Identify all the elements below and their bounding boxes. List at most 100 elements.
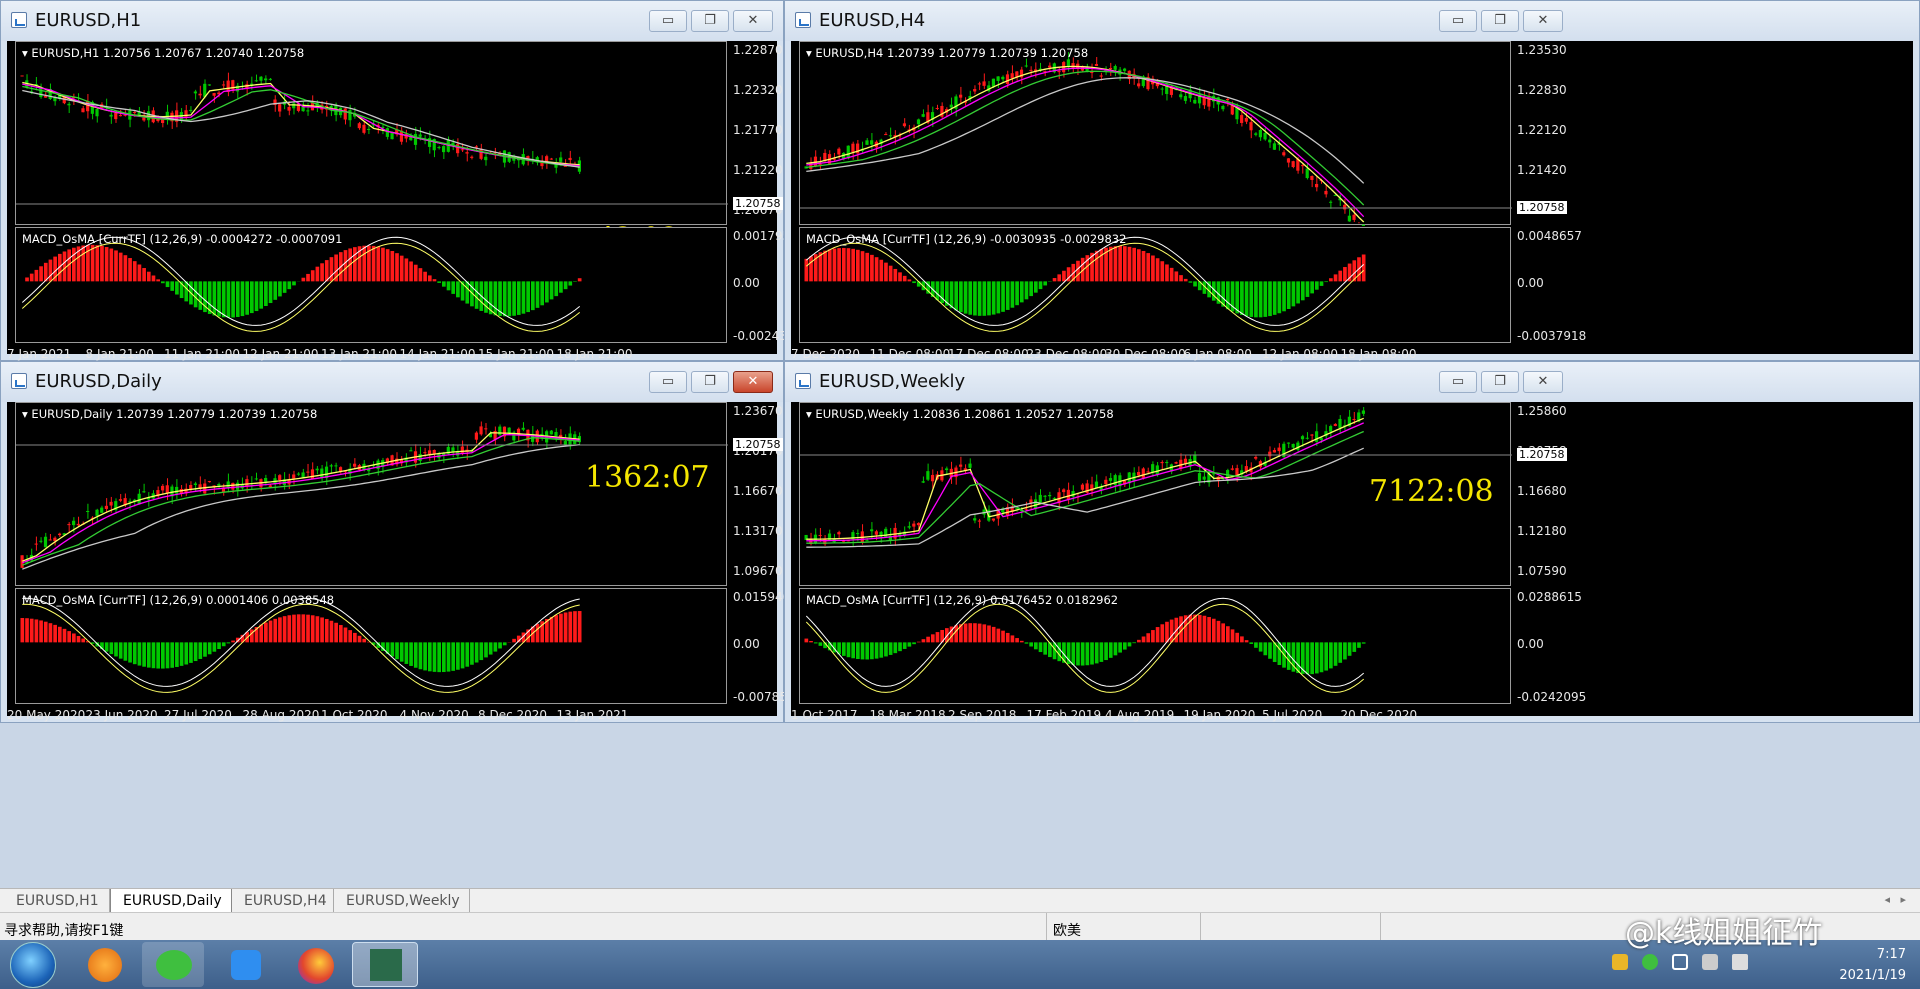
chart-window-h1[interactable]: EURUSD,H1 ▭ ❐ ✕ ▾ EURUSD,H1 1.20756 1.20… <box>0 0 802 361</box>
close-button[interactable]: ✕ <box>1523 371 1563 393</box>
candle-body <box>1094 64 1099 66</box>
chart-window-h4[interactable]: EURUSD,H4 ▭ ❐ ✕ ▾ EURUSD,H4 1.20739 1.20… <box>784 0 1920 361</box>
macd-pane[interactable]: MACD_OsMA [CurrTF] (12,26,9) -0.0030935 … <box>799 227 1511 343</box>
macd-pane[interactable]: MACD_OsMA [CurrTF] (12,26,9) -0.0004272 … <box>15 227 727 343</box>
candle-body <box>1347 215 1351 222</box>
candle-body <box>254 80 258 82</box>
price-axis-label: 1.21770 <box>733 123 783 137</box>
candle-body <box>43 536 48 548</box>
time-axis-label: 23 Dec 08:00 <box>1026 347 1108 361</box>
candle-body <box>1183 458 1188 464</box>
chart-window-weekly[interactable]: EURUSD,Weekly ▭ ❐ ✕ ▾ EURUSD,Weekly 1.20… <box>784 361 1920 723</box>
tray-volume-icon[interactable] <box>1732 954 1748 970</box>
price-axis-label: 1.25860 <box>1517 404 1567 418</box>
time-axis-label: 7 Dec 2020 <box>791 347 861 361</box>
taskbar-metatrader-icon[interactable] <box>352 942 418 987</box>
tab-eurusd-h4[interactable]: EURUSD,H4 <box>232 889 334 913</box>
tab-eurusd-h1[interactable]: EURUSD,H1 <box>4 889 110 913</box>
minimize-button[interactable]: ▭ <box>1439 371 1477 393</box>
tab-scroll-right-icon[interactable]: ▸ <box>1900 893 1906 906</box>
status-profile: 欧美 <box>1053 923 1081 939</box>
price-pane[interactable]: ▾ EURUSD,H1 1.20756 1.20767 1.20740 1.20… <box>15 41 728 226</box>
time-axis-label: 4 Aug 2019 <box>1105 708 1175 722</box>
candle-body <box>1052 497 1056 499</box>
candle-countdown-timer: 7122:08 <box>1369 474 1494 509</box>
tray-icons[interactable] <box>1612 954 1812 974</box>
start-button[interactable] <box>10 942 56 988</box>
candle-body <box>67 103 71 106</box>
candle-body <box>846 145 850 159</box>
taskbar-app-orange-icon[interactable] <box>74 942 136 987</box>
chart-area[interactable]: ▾ EURUSD,H4 1.20739 1.20779 1.20739 1.20… <box>791 41 1913 361</box>
clock-time: 7:17 <box>1876 947 1906 962</box>
maximize-button[interactable]: ❐ <box>1481 10 1519 32</box>
candlestick-chart[interactable] <box>16 42 728 226</box>
macd-pane-title: MACD_OsMA [CurrTF] (12,26,9) 0.0001406 0… <box>22 593 335 607</box>
minimize-button[interactable]: ▭ <box>649 371 687 393</box>
tab-scroll-left-icon[interactable]: ◂ <box>1884 893 1890 906</box>
taskbar-wechat-icon[interactable] <box>142 942 204 987</box>
chart-area[interactable]: ▾ EURUSD,H1 1.20756 1.20767 1.20740 1.20… <box>7 41 802 361</box>
candle-body <box>479 148 483 159</box>
macd-pane[interactable]: MACD_OsMA [CurrTF] (12,26,9) 0.0001406 0… <box>15 588 727 704</box>
taskbar-firefox-icon[interactable] <box>284 942 346 987</box>
candle-body <box>1160 88 1164 90</box>
price-axis-label: 1.09670 <box>733 564 783 578</box>
system-clock[interactable]: 7:17 2021/1/19 <box>1839 944 1906 986</box>
minimize-button[interactable]: ▭ <box>649 10 687 32</box>
candle-body <box>549 430 553 435</box>
taskbar-note-icon[interactable] <box>214 942 276 987</box>
tray-wechat-icon[interactable] <box>1642 954 1658 970</box>
chart-area[interactable]: ▾ EURUSD,Daily 1.20739 1.20779 1.20739 1… <box>7 402 802 722</box>
close-button[interactable]: ✕ <box>733 10 773 32</box>
candle-body <box>1352 418 1356 420</box>
time-axis-label: 1 Oct 2020 <box>321 708 388 722</box>
candle-body <box>926 471 930 480</box>
maximize-button[interactable]: ❐ <box>691 10 729 32</box>
candle-body <box>991 518 996 521</box>
maximize-button[interactable]: ❐ <box>1481 371 1519 393</box>
candle-body <box>1080 484 1084 490</box>
candle-body <box>161 485 165 491</box>
title-bar[interactable]: EURUSD,H1 ▭ ❐ ✕ <box>1 1 783 41</box>
candle-body <box>118 499 123 501</box>
chart-window-daily[interactable]: EURUSD,Daily ▭ ❐ ✕ ▾ EURUSD,Daily 1.2073… <box>0 361 802 723</box>
title-bar[interactable]: EURUSD,H4 ▭ ❐ ✕ <box>785 1 1919 41</box>
candle-body <box>837 148 841 155</box>
time-axis-label: 7 Jan 2021 <box>7 347 72 361</box>
maximize-button[interactable]: ❐ <box>691 371 729 393</box>
candle-body <box>334 465 338 467</box>
candle-body <box>977 83 981 85</box>
candle-body <box>1137 83 1141 87</box>
title-bar[interactable]: EURUSD,Weekly ▭ ❐ ✕ <box>785 362 1919 402</box>
candlestick-chart[interactable] <box>800 42 1512 226</box>
minimize-button[interactable]: ▭ <box>1439 10 1477 32</box>
close-button[interactable]: ✕ <box>733 371 773 393</box>
candle-body <box>996 76 1000 81</box>
price-pane[interactable]: ▾ EURUSD,H4 1.20739 1.20779 1.20739 1.20… <box>799 41 1512 226</box>
candle-body <box>95 509 99 516</box>
tab-eurusd-weekly[interactable]: EURUSD,Weekly <box>334 889 470 913</box>
close-button[interactable]: ✕ <box>1523 10 1563 32</box>
candle-body <box>413 133 418 145</box>
time-axis-label: 18 Jan 21:00 <box>556 347 633 361</box>
macd-pane[interactable]: MACD_OsMA [CurrTF] (12,26,9) 0.0176452 0… <box>799 588 1511 704</box>
moving-average-line <box>806 417 1364 540</box>
candle-body <box>949 104 953 108</box>
candlestick-chart[interactable] <box>16 403 728 587</box>
candle-body <box>549 158 553 160</box>
candle-body <box>865 140 869 145</box>
candle-body <box>902 123 907 127</box>
tray-network-icon[interactable] <box>1702 954 1718 970</box>
candle-body <box>437 147 441 149</box>
candle-body <box>1254 133 1258 135</box>
tray-shield-icon[interactable] <box>1672 954 1688 970</box>
chart-area[interactable]: ▾ EURUSD,Weekly 1.20836 1.20861 1.20527 … <box>791 402 1913 722</box>
title-bar[interactable]: EURUSD,Daily ▭ ❐ ✕ <box>1 362 783 402</box>
candle-body <box>1244 117 1248 122</box>
tray-icon[interactable] <box>1612 954 1628 970</box>
candle-body <box>516 428 521 434</box>
tab-eurusd-daily[interactable]: EURUSD,Daily <box>110 889 232 913</box>
candle-body <box>278 475 282 481</box>
time-axis-label: 17 Feb 2019 <box>1026 708 1102 722</box>
